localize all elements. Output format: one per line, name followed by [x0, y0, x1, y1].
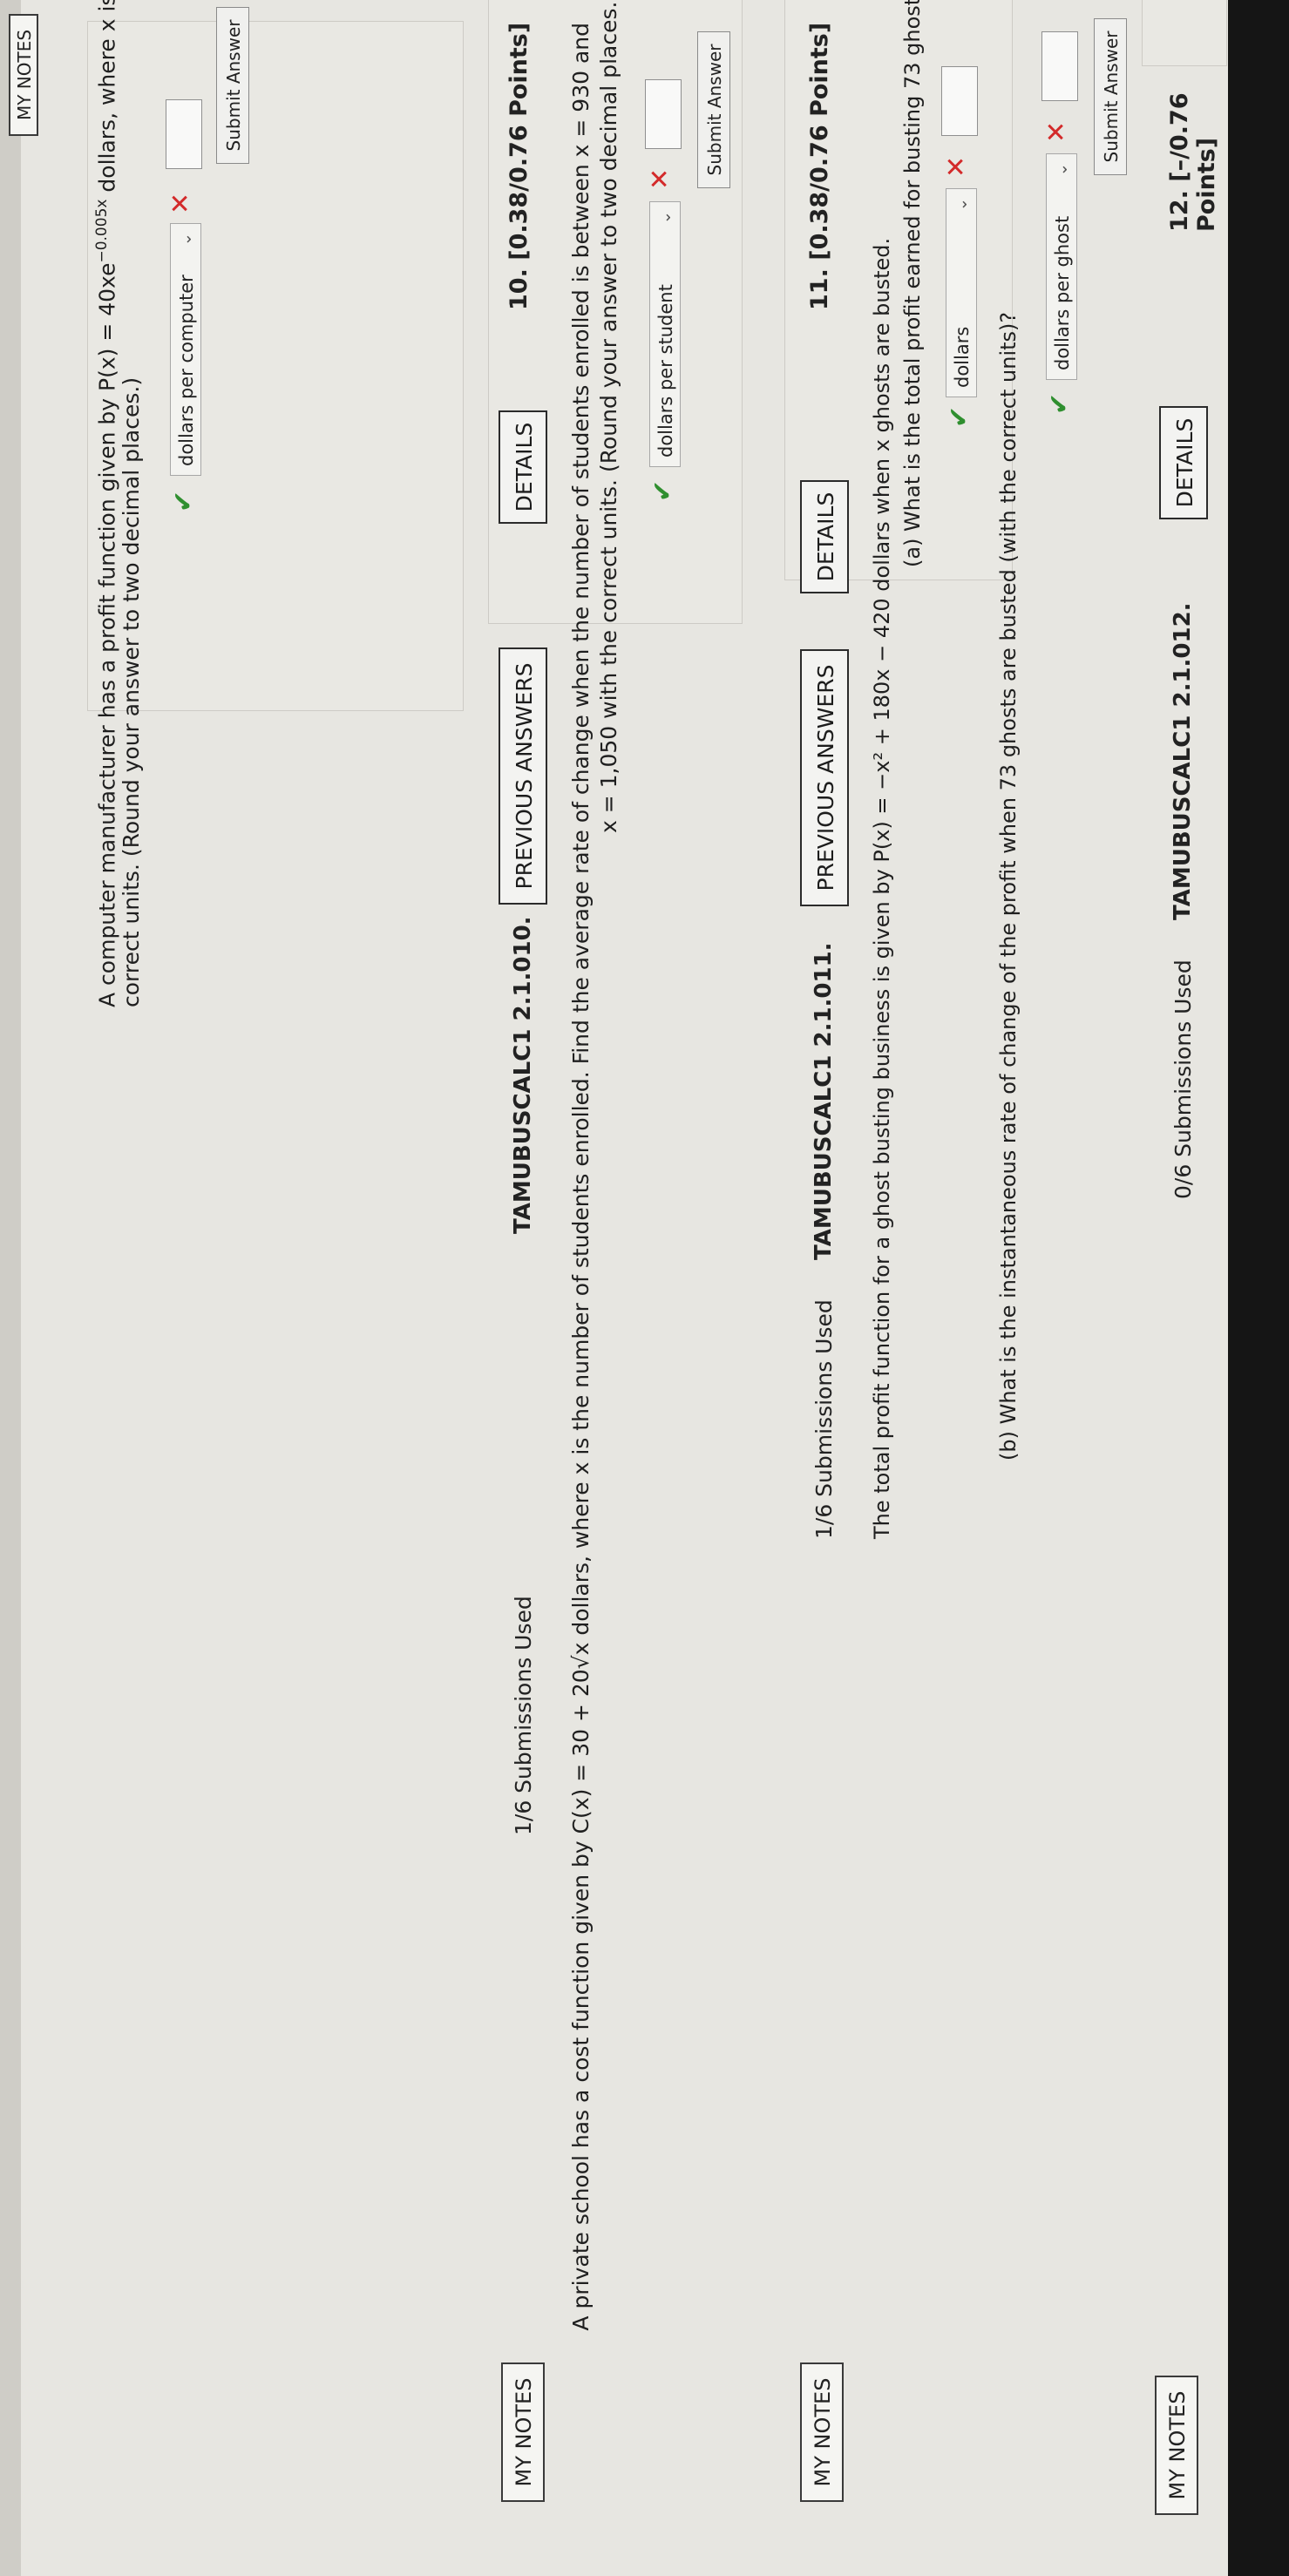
q10-my-notes-button[interactable]: MY NOTES: [501, 2362, 545, 2502]
q9-answer-input[interactable]: [166, 99, 202, 169]
page-top-edge: [0, 0, 21, 2576]
q11-intro: The total profit function for a ghost bu…: [870, 237, 894, 1539]
q10-submit-button[interactable]: Submit Answer: [697, 31, 730, 188]
screen-bezel: [1228, 0, 1289, 2576]
q11-problem-code: TAMUBUSCALC1 2.1.011.: [811, 942, 837, 1260]
check-mark-icon: ✔: [168, 490, 199, 512]
x-mark-icon: ✕: [645, 167, 675, 190]
q11a-answer-input[interactable]: [941, 66, 978, 136]
q11-previous-answers-button[interactable]: PREVIOUS ANSWERS: [800, 649, 849, 906]
q11-details-button[interactable]: DETAILS: [800, 480, 849, 593]
chevron-down-icon: ⌄: [1053, 163, 1071, 177]
x-mark-icon: ✕: [1041, 120, 1072, 143]
q9-question-line2: correct units. (Round your answer to two…: [119, 376, 144, 1007]
q11b-unit-select[interactable]: dollars per ghost ⌄: [1046, 153, 1077, 380]
q11b-answer-input[interactable]: [1041, 31, 1078, 101]
check-mark-icon: ✔: [1044, 392, 1075, 415]
q11-title: 11. [0.38/0.76 Points]: [806, 22, 833, 310]
q11-part-a: (a) What is the total profit earned for …: [900, 0, 925, 567]
chevron-down-icon: ⌄: [656, 211, 675, 225]
q10-problem-code: TAMUBUSCALC1 2.1.010.: [510, 916, 536, 1234]
chevron-down-icon: ⌄: [953, 198, 971, 212]
chevron-down-icon: ⌄: [177, 233, 195, 247]
q10-previous-answers-button[interactable]: PREVIOUS ANSWERS: [499, 647, 547, 905]
q11-submissions: 1/6 Submissions Used: [811, 1299, 837, 1539]
q12-title: 12. [–/0.76 Points]: [1166, 92, 1220, 232]
check-mark-icon: ✔: [648, 479, 678, 502]
check-mark-icon: ✔: [944, 405, 974, 428]
q12-problem-code: TAMUBUSCALC1 2.1.012.: [1170, 602, 1196, 920]
q11a-unit-select[interactable]: dollars ⌄: [946, 188, 977, 397]
top-my-notes-button[interactable]: MY NOTES: [9, 14, 38, 136]
q11-submit-button[interactable]: Submit Answer: [1094, 18, 1127, 175]
q12-details-button[interactable]: DETAILS: [1159, 406, 1208, 519]
q10-answer-input[interactable]: [645, 79, 682, 149]
q10-title: 10. [0.38/0.76 Points]: [505, 22, 533, 310]
q12-submissions: 0/6 Submissions Used: [1170, 959, 1196, 1199]
q9-submit-button[interactable]: Submit Answer: [216, 7, 249, 164]
q9-unit-select[interactable]: dollars per computer ⌄: [170, 223, 201, 476]
q10-submissions: 1/6 Submissions Used: [511, 1596, 536, 1835]
rotated-page: MY NOTES A computer manufacturer has a p…: [0, 0, 1289, 2576]
x-mark-icon: ✕: [941, 155, 972, 178]
q11-my-notes-button[interactable]: MY NOTES: [800, 2362, 844, 2502]
q10-details-button[interactable]: DETAILS: [499, 410, 547, 524]
q11-part-b: (b) What is the instantaneous rate of ch…: [996, 311, 1021, 1461]
q10-question-line2: x = 1,050 with the correct units. (Round…: [596, 0, 621, 833]
x-mark-icon: ✕: [166, 192, 196, 214]
q12-my-notes-button[interactable]: MY NOTES: [1155, 2376, 1198, 2515]
q10-unit-select[interactable]: dollars per student ⌄: [649, 201, 681, 467]
